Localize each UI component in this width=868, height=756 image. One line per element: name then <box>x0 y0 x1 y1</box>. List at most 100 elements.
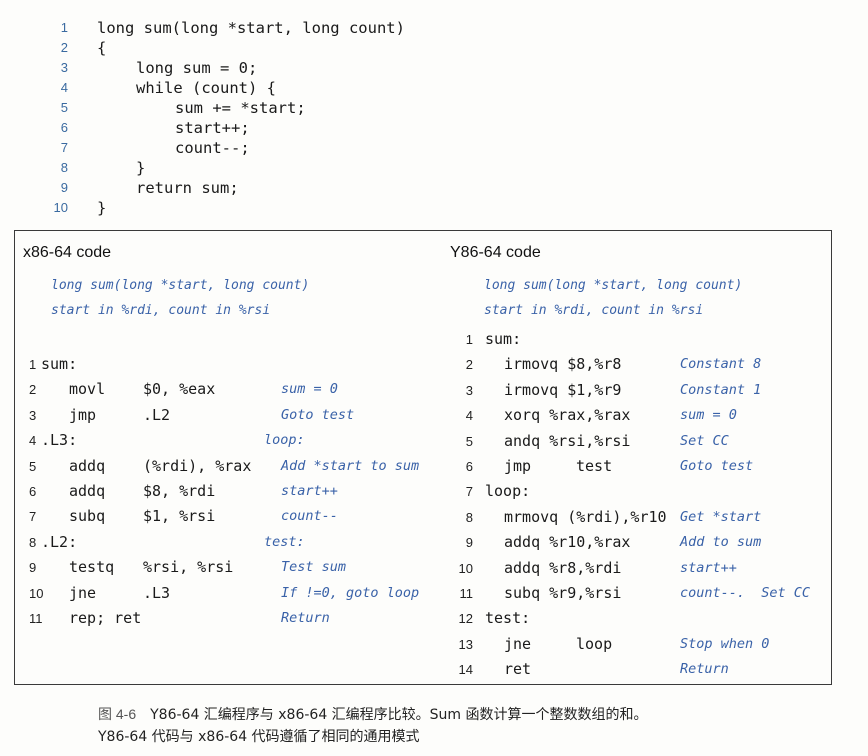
asm-instruction: subq %r9,%rsi <box>504 584 622 602</box>
y86-line: 3 irmovq $1,%r9 Constant 1 <box>445 378 833 403</box>
code-text: } <box>97 199 107 217</box>
c-code-line: 5 sum += *start; <box>0 98 868 118</box>
y86-line: 9 addq %r10,%rax Add to sum <box>445 530 833 555</box>
asm-comment: Return <box>680 661 729 678</box>
y86-line: 11 subq %r9,%rsi count--. Set CC <box>445 581 833 606</box>
line-number: 6 <box>465 459 473 474</box>
line-number: 2 <box>29 382 37 398</box>
asm-instruction: addq <box>69 456 106 475</box>
code-text: start++; <box>175 119 250 137</box>
line-number: 7 <box>29 509 37 525</box>
code-text: } <box>136 159 146 177</box>
asm-label: test: <box>485 609 531 628</box>
asm-comment: Return <box>281 610 330 626</box>
asm-comment: sum = 0 <box>680 407 737 424</box>
asm-instruction: addq <box>69 482 106 500</box>
asm-instruction: andq %rsi,%rsi <box>504 431 631 450</box>
asm-operands: test <box>576 457 613 475</box>
y86-line: 12 test: <box>445 606 833 631</box>
asm-comment: sum = 0 <box>281 381 338 398</box>
asm-comment: Goto test <box>281 406 355 423</box>
y86-line: 5 andq %rsi,%rsi Set CC <box>445 429 833 454</box>
asm-instruction: mrmovq (%rdi),%r10 <box>504 507 667 526</box>
y86-line: 13 jne loop Stop when 0 <box>445 632 833 657</box>
caption-line-1: Y86-64 汇编程序与 x86-64 汇编程序比较。Sum 函数计算一个整数数… <box>150 707 648 723</box>
y86-line: 14 ret Return <box>445 657 833 682</box>
line-number: 8 <box>29 534 37 550</box>
code-text: long sum = 0; <box>136 59 258 77</box>
x86-line: 10 jne .L3 If !=0, goto loop <box>15 581 445 606</box>
c-code-line: 1 long sum(long *start, long count) <box>0 18 868 38</box>
asm-comment: start++ <box>680 559 737 576</box>
line-number: 1 <box>60 20 68 35</box>
asm-instruction: jne <box>69 583 97 602</box>
line-number: 8 <box>465 509 473 525</box>
y86-line: 6 jmp test Goto test <box>445 454 833 479</box>
line-number: 1 <box>465 332 473 347</box>
line-number: 9 <box>60 180 68 195</box>
asm-comment: count-- <box>281 508 338 525</box>
asm-operands: .L2 <box>143 405 171 424</box>
asm-instruction: testq <box>69 558 115 577</box>
asm-instruction: jmp <box>504 457 532 475</box>
line-number: 6 <box>29 484 37 499</box>
y86-line: 2 irmovq $8,%r8 Constant 8 <box>445 352 833 377</box>
asm-comment: Add *start to sum <box>281 457 420 474</box>
asm-comment: If !=0, goto loop <box>281 584 420 601</box>
x86-code-title: x86-64 code <box>23 244 112 261</box>
asm-operands: $8, %rdi <box>143 482 216 500</box>
asm-comment: start++ <box>281 483 338 499</box>
line-number: 7 <box>60 140 68 155</box>
line-number: 9 <box>29 560 37 576</box>
asm-comment: Constant 1 <box>680 381 762 398</box>
caption-line-2: Y86-64 代码与 x86-64 代码遵循了相同的通用模式 <box>98 729 420 745</box>
line-number: 13 <box>458 636 473 652</box>
asm-comment: Constant 8 <box>680 356 762 373</box>
asm-instruction: irmovq $1,%r9 <box>504 380 622 399</box>
asm-operands: %rsi, %rsi <box>143 558 234 577</box>
asm-comment: Add to sum <box>680 534 762 551</box>
y86-line: 4 xorq %rax,%rax sum = 0 <box>445 403 833 428</box>
line-number: 2 <box>60 40 68 55</box>
x86-line: 3 jmp .L2 Goto test <box>15 403 445 428</box>
y86-line: 10 addq %r8,%rdi start++ <box>445 556 833 581</box>
line-number: 10 <box>458 560 473 576</box>
line-number: 5 <box>29 458 37 474</box>
y86-signature-comment: long sum(long *start, long count) <box>484 278 743 293</box>
x86-line: 11 rep; ret Return <box>15 606 445 631</box>
asm-operands: (%rdi), %rax <box>143 456 252 475</box>
c-code-line: 7 count--; <box>0 138 868 158</box>
asm-instruction: movl <box>69 380 106 399</box>
line-number: 2 <box>465 357 473 373</box>
asm-operands: loop <box>576 634 613 653</box>
asm-instruction: addq %r8,%rdi <box>504 558 622 577</box>
line-number: 8 <box>60 160 68 175</box>
asm-instruction: jmp <box>69 405 97 424</box>
code-text: { <box>97 39 107 57</box>
line-number: 9 <box>465 535 473 551</box>
code-text: return sum; <box>136 179 239 197</box>
asm-instruction: jne <box>504 634 532 653</box>
y86-line: 8 mrmovq (%rdi),%r10 Get *start <box>445 505 833 530</box>
line-number: 10 <box>29 585 44 601</box>
asm-instruction: xorq %rax,%rax <box>504 406 631 425</box>
line-number: 14 <box>458 662 473 678</box>
c-code-line: 4 while (count) { <box>0 78 868 98</box>
x86-line: 8 .L2: test: <box>15 530 445 555</box>
line-number: 4 <box>465 408 473 424</box>
asm-instruction: rep; ret <box>69 609 142 627</box>
asm-instruction: irmovq $8,%r8 <box>504 355 622 374</box>
code-text: while (count) { <box>136 79 276 97</box>
asm-instruction: ret <box>504 660 532 679</box>
figure-number: 图 4-6 <box>98 706 137 722</box>
x86-line: 5 addq (%rdi), %rax Add *start to sum <box>15 454 445 479</box>
line-number: 5 <box>60 100 68 115</box>
c-code-line: 8} <box>0 158 868 178</box>
x86-register-comment: start in %rdi, count in %rsi <box>51 303 271 318</box>
x86-line: 4 .L3: loop: <box>15 428 445 453</box>
asm-operands: $0, %eax <box>143 380 216 399</box>
code-text: long sum(long *start, long count) <box>97 19 405 37</box>
asm-label: sum: <box>485 330 522 348</box>
x86-line: 7 subq $1, %rsi count-- <box>15 504 445 529</box>
asm-operands: $1, %rsi <box>143 507 216 526</box>
